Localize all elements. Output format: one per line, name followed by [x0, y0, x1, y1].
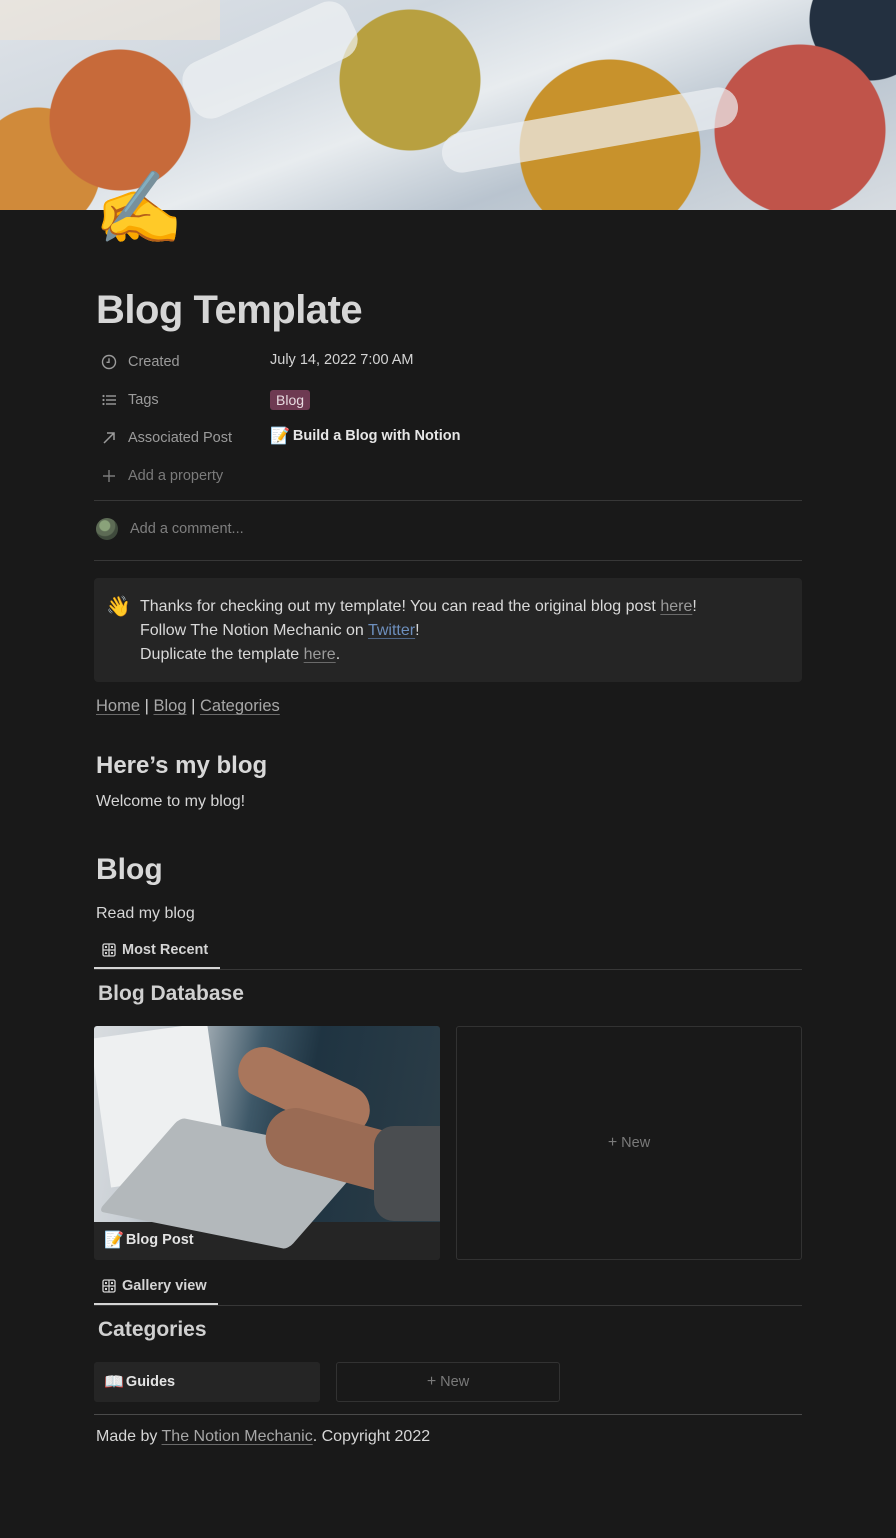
- callout-line: Follow The Notion Mechanic on Twitter!: [140, 619, 697, 643]
- text: !: [692, 598, 697, 615]
- footer-text: . Copyright 2022: [312, 1428, 431, 1445]
- breadcrumb: Home | Blog | Categories: [96, 697, 280, 716]
- arrow-up-right-icon: [100, 429, 118, 447]
- add-property[interactable]: Add a property: [96, 467, 270, 485]
- tab-gallery-view[interactable]: Gallery view: [102, 1278, 207, 1294]
- text: Follow The Notion Mechanic on: [140, 622, 368, 639]
- text: Thanks for checking out my template! You…: [140, 598, 661, 615]
- add-property-button[interactable]: Add a property: [96, 463, 796, 489]
- database-title[interactable]: Blog Database: [98, 982, 244, 1006]
- gallery-card[interactable]: 📝 Blog Post: [94, 1026, 440, 1260]
- page-title[interactable]: Blog Template: [96, 288, 363, 333]
- divider: [94, 560, 802, 561]
- associated-post-link[interactable]: 📝 Build a Blog with Notion: [270, 426, 460, 446]
- divider: [94, 1414, 802, 1415]
- property-value[interactable]: July 14, 2022 7:00 AM: [270, 352, 414, 368]
- cover-detail: [438, 84, 742, 176]
- separator: |: [140, 697, 154, 715]
- tab-most-recent[interactable]: Most Recent: [102, 942, 208, 958]
- new-label: New: [621, 1135, 651, 1151]
- new-label: New: [440, 1374, 470, 1390]
- callout: 👋 Thanks for checking out my template! Y…: [94, 578, 802, 682]
- author-link[interactable]: The Notion Mechanic: [162, 1428, 313, 1445]
- property-value[interactable]: 📝 Build a Blog with Notion: [270, 426, 460, 446]
- associated-post-title: Build a Blog with Notion: [292, 428, 461, 444]
- blog-heading: Blog: [96, 853, 163, 886]
- intro-heading: Here’s my blog: [96, 752, 268, 779]
- database-title[interactable]: Categories: [98, 1318, 207, 1342]
- tag-badge[interactable]: Blog: [270, 390, 311, 410]
- gallery-icon: [102, 1279, 116, 1293]
- callout-line: Thanks for checking out my template! You…: [140, 595, 697, 619]
- list-icon: [100, 391, 118, 409]
- page-icon[interactable]: ✍️: [94, 168, 184, 248]
- memo-icon: 📝: [104, 1232, 124, 1249]
- footer: Made by The Notion Mechanic. Copyright 2…: [96, 1428, 430, 1446]
- avatar: [96, 518, 118, 540]
- divider: [94, 1305, 802, 1306]
- comment-input[interactable]: Add a comment...: [130, 521, 244, 537]
- property-value[interactable]: Blog: [270, 390, 311, 410]
- divider: [94, 500, 802, 501]
- property-label: Tags: [128, 392, 159, 408]
- footer-text: Made by: [96, 1428, 162, 1445]
- property-created[interactable]: Created July 14, 2022 7:00 AM: [96, 349, 796, 375]
- gallery-card[interactable]: 📖 Guides: [94, 1362, 320, 1402]
- property-tags[interactable]: Tags Blog: [96, 387, 796, 413]
- callout-text: Thanks for checking out my template! You…: [140, 595, 697, 667]
- nav-blog-link[interactable]: Blog: [153, 697, 186, 715]
- text: Duplicate the template: [140, 646, 304, 663]
- book-icon: 📖: [104, 1374, 124, 1391]
- divider: [94, 969, 802, 970]
- property-label: Created: [128, 354, 180, 370]
- blog-post-link[interactable]: here: [660, 598, 692, 615]
- gallery-icon: [102, 943, 116, 957]
- new-page-button[interactable]: + New: [456, 1026, 802, 1260]
- sleeve: [374, 1126, 440, 1221]
- tab-label: Most Recent: [122, 942, 209, 958]
- property-name[interactable]: Associated Post: [96, 429, 270, 447]
- new-page-button[interactable]: + New: [336, 1362, 560, 1402]
- card-title: 📝 Blog Post: [104, 1230, 194, 1250]
- wave-icon[interactable]: 👋: [106, 594, 131, 619]
- separator: |: [186, 697, 200, 715]
- property-associated-post[interactable]: Associated Post 📝 Build a Blog with Noti…: [96, 425, 796, 451]
- text: !: [415, 622, 420, 639]
- tab-label: Gallery view: [122, 1278, 207, 1294]
- property-name[interactable]: Created: [96, 353, 270, 371]
- twitter-link[interactable]: Twitter: [368, 622, 415, 639]
- property-label: Associated Post: [128, 430, 232, 446]
- cover-detail: [0, 0, 220, 40]
- intro-text: Welcome to my blog!: [96, 793, 246, 810]
- plus-icon: [100, 467, 118, 485]
- card-title-text: Blog Post: [125, 1232, 194, 1248]
- plus-icon: +: [607, 1134, 618, 1151]
- property-name[interactable]: Tags: [96, 391, 270, 409]
- callout-line: Duplicate the template here.: [140, 643, 697, 667]
- add-property-label: Add a property: [128, 468, 224, 484]
- card-cover-image: [94, 1026, 440, 1250]
- duplicate-template-link[interactable]: here: [304, 646, 336, 663]
- memo-icon: 📝: [270, 428, 290, 445]
- nav-categories-link[interactable]: Categories: [200, 697, 280, 715]
- comment-box[interactable]: Add a comment...: [96, 518, 244, 540]
- clock-icon: [100, 353, 118, 371]
- card-title-text: Guides: [125, 1374, 176, 1390]
- blog-text: Read my blog: [96, 905, 195, 922]
- nav-home-link[interactable]: Home: [96, 697, 140, 715]
- text: .: [335, 646, 341, 663]
- plus-icon: +: [426, 1373, 437, 1390]
